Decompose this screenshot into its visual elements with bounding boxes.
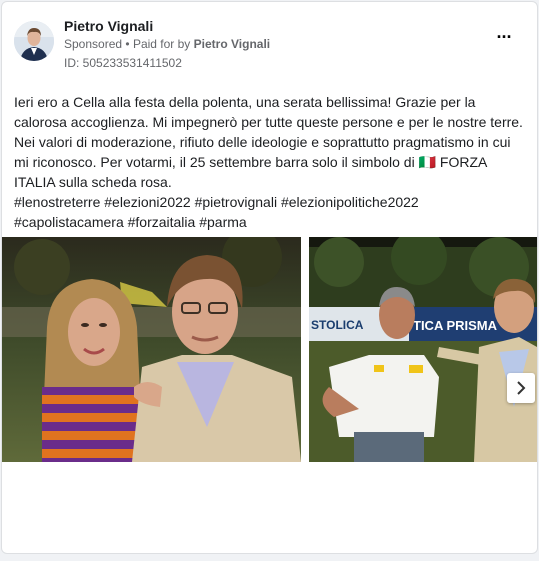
banner-text-right: TICA PRISMA [413,318,498,333]
banner-text-left: STOLICA [311,318,364,332]
ad-id: ID: 505233531411502 [64,56,182,70]
paid-for-name: Pietro Vignali [193,37,271,51]
photo-conversation[interactable]: STOLICA TICA PRISMA [309,237,537,462]
photo-selfie[interactable] [2,237,301,462]
post-header: Pietro Vignali Sponsored • Paid for by P… [14,16,525,72]
ad-card: Pietro Vignali Sponsored • Paid for by P… [1,1,538,554]
post-paragraph-2: Nei valori di moderazione, rifiuto delle… [14,134,511,190]
photo-carousel: STOLICA TICA PRISMA [2,237,537,462]
sponsored-line: Sponsored • Paid for by Pietro Vignali [64,37,270,51]
author-avatar[interactable] [14,21,54,61]
more-dots-icon[interactable]: ··· [493,28,515,48]
post-text: Ieri ero a Cella alla festa della polent… [14,92,529,232]
post-paragraph-1: Ieri ero a Cella alla festa della polent… [14,94,523,130]
author-name[interactable]: Pietro Vignali [64,18,153,34]
post-hashtags: #lenostreterre #elezioni2022 #pietrovign… [14,194,419,230]
chevron-right-icon[interactable] [507,373,535,403]
separator-dot: • [125,37,130,51]
sponsored-label: Sponsored [64,37,123,51]
paid-for-prefix: Paid for by [132,37,191,51]
